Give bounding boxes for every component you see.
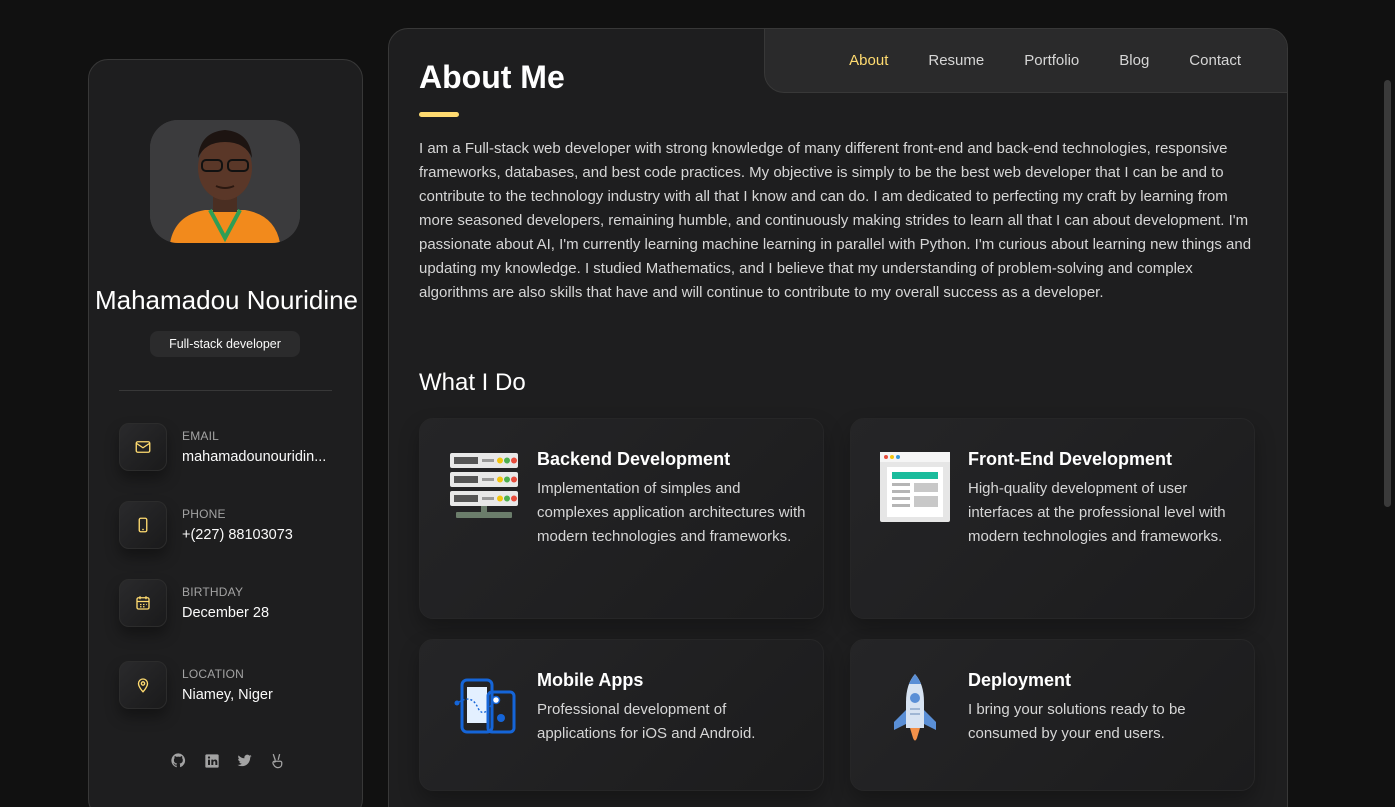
- contact-label: Location: [182, 667, 245, 681]
- contact-phone-link[interactable]: +(227) 88103073: [182, 527, 293, 543]
- scrollbar-thumb[interactable]: [1384, 80, 1391, 507]
- sidebar-separator: [119, 390, 332, 391]
- contact-location: Location Niamey, Niger: [119, 661, 339, 709]
- nav-resume[interactable]: Resume: [928, 52, 984, 69]
- contact-location-value: Niamey, Niger: [182, 687, 273, 703]
- contact-label: Birthday: [182, 585, 244, 599]
- contact-birthday: Birthday December 28: [119, 579, 339, 627]
- profile-sidebar: Mahamadou Nouridine Full-stack developer…: [88, 59, 363, 807]
- service-card-backend: Backend Development Implementation of si…: [419, 418, 824, 619]
- service-description: Professional development of applications…: [537, 701, 756, 742]
- browser-layout-icon: [879, 451, 951, 523]
- nav-contact[interactable]: Contact: [1189, 52, 1241, 69]
- contact-email-link[interactable]: mahamadounouridin...: [182, 449, 326, 465]
- section-title: What I Do: [419, 369, 526, 396]
- service-description: High-quality development of user interfa…: [968, 480, 1226, 545]
- nav-about[interactable]: About: [849, 52, 888, 69]
- calendar-icon: [119, 579, 167, 627]
- service-description: Implementation of simples and complexes …: [537, 480, 806, 545]
- top-navbar: About Resume Portfolio Blog Contact: [764, 29, 1287, 93]
- rocket-icon: [879, 672, 951, 744]
- page-title: About Me: [419, 59, 565, 95]
- twitter-icon[interactable]: [235, 751, 254, 770]
- profile-title-badge: Full-stack developer: [150, 331, 300, 357]
- peace-hand-icon[interactable]: [268, 751, 287, 770]
- mobile-devices-icon: [448, 672, 520, 744]
- linkedin-icon[interactable]: [202, 751, 221, 770]
- service-description: I bring your solutions ready to be consu…: [968, 701, 1186, 742]
- github-icon[interactable]: [169, 751, 188, 770]
- contact-email: Email mahamadounouridin...: [119, 423, 339, 471]
- service-title: Deployment: [968, 670, 1072, 690]
- profile-name: Mahamadou Nouridine: [94, 285, 359, 315]
- location-pin-icon: [119, 661, 167, 709]
- phone-icon: [119, 501, 167, 549]
- server-rack-icon: [448, 451, 520, 523]
- service-card-mobile: Mobile Apps Professional development of …: [419, 639, 824, 791]
- main-content: About Resume Portfolio Blog Contact Abou…: [388, 28, 1288, 807]
- contact-label: Phone: [182, 507, 226, 521]
- service-card-frontend: Front-End Development High-quality devel…: [850, 418, 1255, 619]
- nav-portfolio[interactable]: Portfolio: [1024, 52, 1079, 69]
- mail-icon: [119, 423, 167, 471]
- service-title: Front-End Development: [968, 449, 1173, 469]
- contact-label: Email: [182, 429, 220, 443]
- nav-blog[interactable]: Blog: [1119, 52, 1149, 69]
- title-underline: [419, 112, 459, 117]
- page-scrollbar[interactable]: [1379, 0, 1395, 807]
- contact-phone: Phone +(227) 88103073: [119, 501, 339, 549]
- service-card-deployment: Deployment I bring your solutions ready …: [850, 639, 1255, 791]
- about-text: I am a Full-stack web developer with str…: [419, 140, 1252, 301]
- contact-birthday-value: December 28: [182, 605, 270, 621]
- service-title: Mobile Apps: [537, 670, 644, 690]
- service-title: Backend Development: [537, 449, 731, 469]
- avatar: [150, 120, 300, 243]
- social-links: [169, 751, 289, 770]
